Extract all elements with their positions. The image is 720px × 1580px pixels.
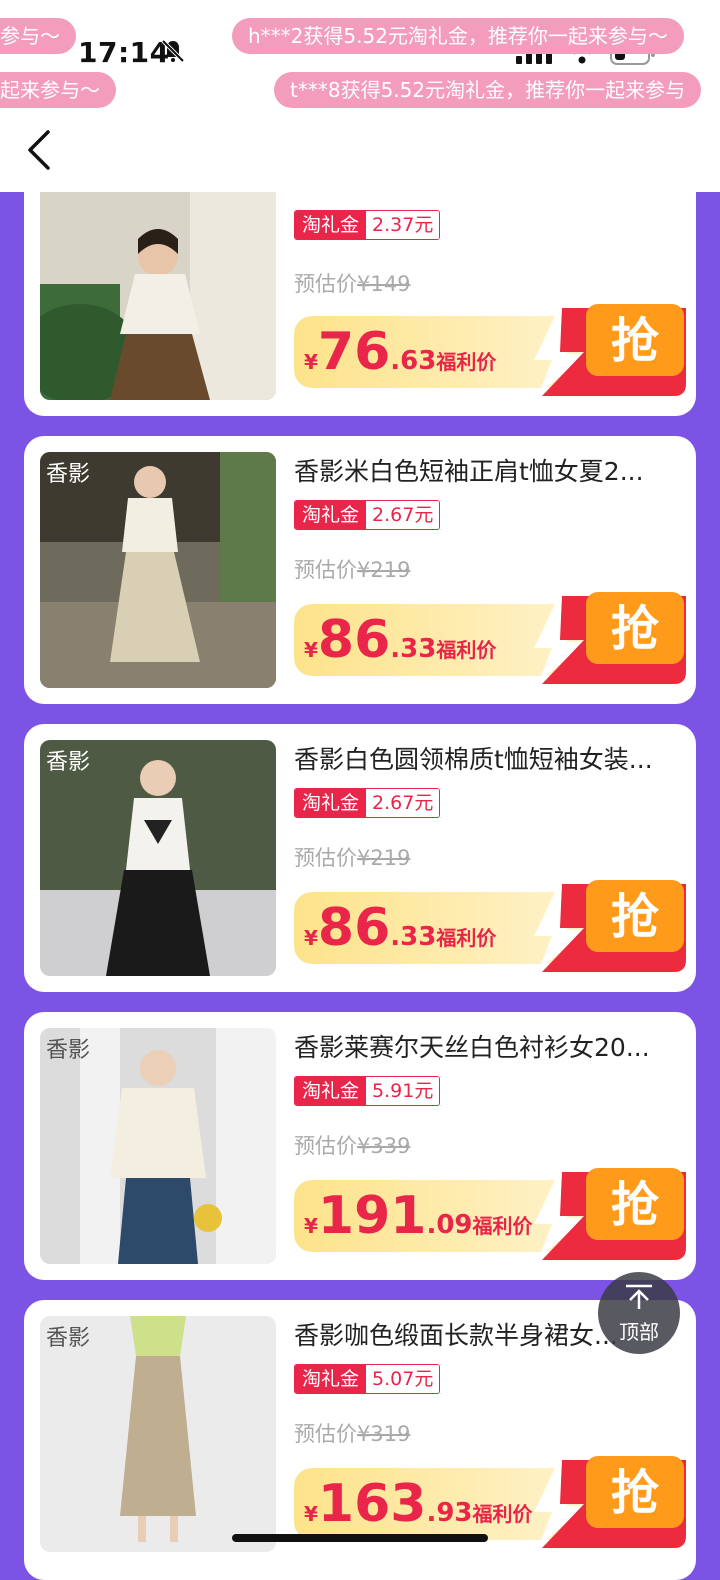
grab-button[interactable]: 抢 [586, 594, 684, 666]
coupon-label: 淘礼金 [295, 501, 367, 529]
original-price: ¥339 [357, 1134, 411, 1158]
product-card[interactable]: 香影 香影米白色短袖正肩t恤女夏2... 淘礼金 2.67元 预估价¥219 ¥… [24, 436, 696, 704]
product-title[interactable]: 香影莱赛尔天丝白色衬衫女20... [294, 1028, 678, 1064]
product-title[interactable]: 香影白色圆领棉质t恤短袖女装... [294, 740, 678, 776]
coupon-value: 2.67元 [366, 501, 440, 529]
coupon-value: 5.07元 [366, 1365, 440, 1393]
back-to-top-label: 顶部 [619, 1320, 659, 1344]
estimated-price: 预估价¥339 [294, 1134, 411, 1158]
deal-price: ¥76.63福利价 [304, 322, 497, 382]
original-price: ¥219 [357, 558, 411, 582]
estimated-price: 预估价¥319 [294, 1422, 411, 1446]
deal-price: ¥191.09福利价 [304, 1186, 533, 1246]
estimated-price: 预估价¥219 [294, 558, 411, 582]
brand-logo: 香影 [46, 750, 91, 775]
deal-price: ¥86.33福利价 [304, 610, 497, 670]
coupon-label: 淘礼金 [295, 789, 367, 817]
coupon-label: 淘礼金 [295, 1077, 367, 1105]
ticker-pill: 起来参与～ [0, 72, 116, 108]
price-bar[interactable]: ¥191.09福利价 抢 [294, 1168, 686, 1264]
brand-logo: 香影 [46, 1038, 91, 1063]
coupon-tag: 淘礼金 2.67元 [294, 788, 441, 818]
coupon-tag: 淘礼金 2.67元 [294, 500, 441, 530]
status-time: 17:14 [78, 36, 170, 69]
price-bar[interactable]: ¥86.33福利价 抢 [294, 592, 686, 688]
coupon-tag: 淘礼金 5.91元 [294, 1076, 441, 1106]
grab-button[interactable]: 抢 [586, 306, 684, 378]
price-bar[interactable]: ¥86.33福利价 抢 [294, 880, 686, 976]
original-price: ¥149 [357, 272, 411, 296]
coupon-value: 2.67元 [366, 789, 440, 817]
back-arrow-icon[interactable] [22, 128, 62, 172]
estimated-price: 预估价¥219 [294, 846, 411, 870]
coupon-value: 5.91元 [366, 1077, 440, 1105]
product-image[interactable]: 香影 [40, 1028, 276, 1264]
product-image[interactable] [40, 164, 276, 400]
original-price: ¥319 [357, 1422, 411, 1446]
mute-bell-icon [161, 39, 185, 63]
product-image[interactable]: 香影 [40, 1316, 276, 1552]
product-card[interactable]: 香影 香影白色圆领棉质t恤短袖女装... 淘礼金 2.67元 预估价¥219 ¥… [24, 724, 696, 992]
grab-button[interactable]: 抢 [586, 882, 684, 954]
ticker-pill: h***2获得5.52元淘礼金，推荐你一起来参与～ [232, 18, 684, 54]
grab-button[interactable]: 抢 [586, 1170, 684, 1242]
deal-price: ¥86.33福利价 [304, 898, 497, 958]
product-image[interactable]: 香影 [40, 740, 276, 976]
price-bar[interactable]: ¥76.63福利价 抢 [294, 304, 686, 400]
arrow-up-icon [626, 1284, 652, 1309]
grab-button[interactable]: 抢 [586, 1458, 684, 1530]
brand-logo: 香影 [46, 1326, 91, 1351]
ticker-pill: t***8获得5.52元淘礼金，推荐你一起来参与 [274, 72, 702, 108]
brand-logo: 香影 [46, 462, 91, 487]
coupon-tag: 淘礼金 5.07元 [294, 1364, 441, 1394]
back-to-top-button[interactable]: 顶部 [598, 1272, 680, 1354]
coupon-value: 2.37元 [366, 211, 440, 239]
home-indicator [232, 1534, 488, 1542]
product-card[interactable]: 香影 香影莱赛尔天丝白色衬衫女20... 淘礼金 5.91元 预估价¥339 ¥… [24, 1012, 696, 1280]
original-price: ¥219 [357, 846, 411, 870]
coupon-label: 淘礼金 [295, 1365, 367, 1393]
estimated-price: 预估价¥149 [294, 272, 411, 296]
coupon-tag: 淘礼金 2.37元 [294, 210, 441, 240]
product-image[interactable]: 香影 [40, 452, 276, 688]
coupon-label: 淘礼金 [295, 211, 367, 239]
deal-price: ¥163.93福利价 [304, 1474, 533, 1534]
product-title[interactable]: 香影米白色短袖正肩t恤女夏2... [294, 452, 678, 488]
ticker-pill: 参与～ [0, 18, 76, 54]
